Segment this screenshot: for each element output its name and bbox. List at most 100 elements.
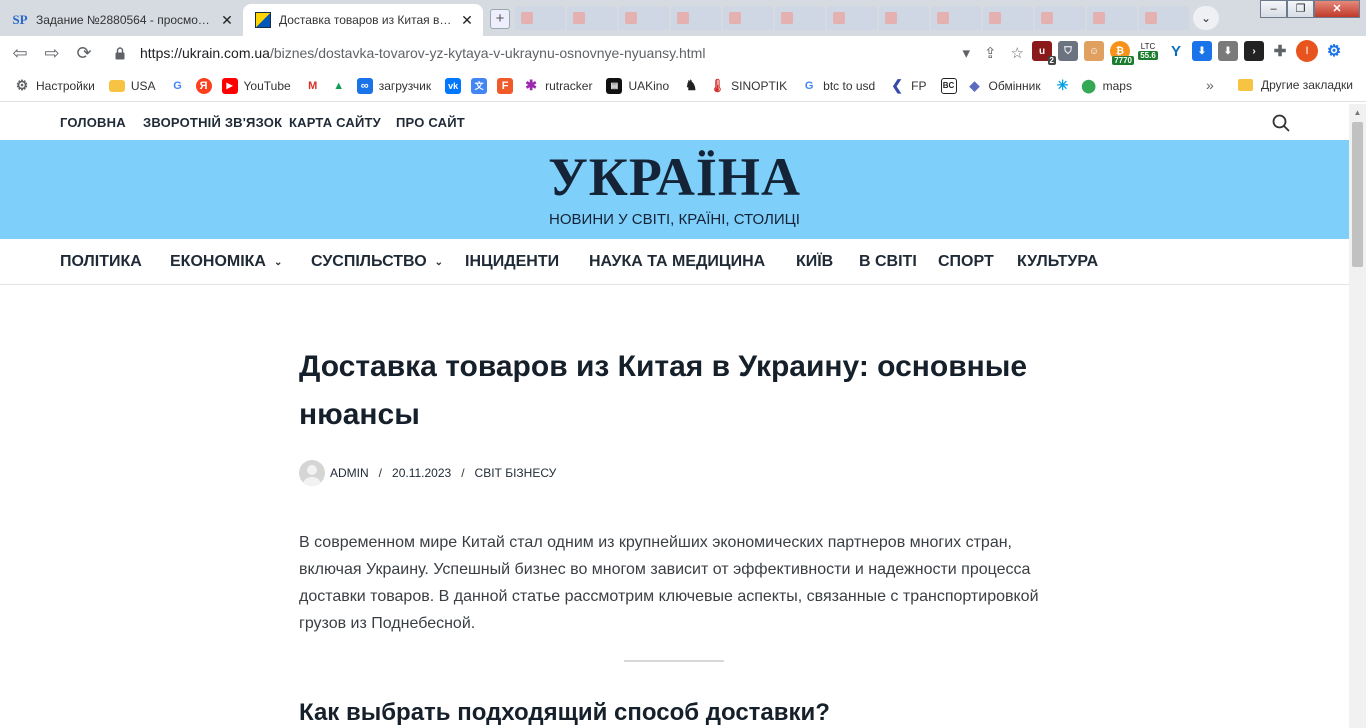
bookmark-usa[interactable]: USA bbox=[108, 79, 156, 93]
shield-icon[interactable]: ⛉ bbox=[1058, 41, 1078, 61]
reload-icon[interactable]: ⟳ bbox=[72, 41, 96, 65]
tab-favicon-icon bbox=[989, 12, 1001, 24]
bookmark-loader[interactable]: ∞ загрузчик bbox=[356, 77, 431, 94]
scrollbar-thumb[interactable] bbox=[1352, 122, 1363, 267]
chevron-down-icon: ⌄ bbox=[273, 256, 283, 268]
author-avatar[interactable] bbox=[299, 460, 325, 486]
back-arrow-icon[interactable]: ⇦ bbox=[8, 41, 32, 65]
tab-task[interactable]: SP Задание №2880564 - просмотр задания ✕ bbox=[0, 4, 243, 36]
bookmark-fp[interactable]: ❮ FP bbox=[889, 77, 926, 94]
bookmark-translate[interactable]: 文 bbox=[471, 77, 488, 94]
bookmark-youtube[interactable]: ▶ YouTube bbox=[221, 77, 291, 94]
top-menu-sitemap[interactable]: КАРТА САЙТУ bbox=[289, 115, 381, 130]
nav-culture[interactable]: КУЛЬТУРА bbox=[1017, 253, 1098, 271]
tab-favicon-icon bbox=[885, 12, 897, 24]
bookmark-maps[interactable]: ⬤ maps bbox=[1081, 78, 1132, 94]
nav-economy[interactable]: ЕКОНОМІКА ⌄ bbox=[170, 253, 282, 271]
background-tab[interactable] bbox=[723, 6, 773, 30]
background-tab[interactable] bbox=[515, 6, 565, 30]
scroll-up-arrow-icon[interactable]: ▲ bbox=[1349, 104, 1366, 121]
bookmarks-bar: ⚙ Настройки USA G Я ▶ YouTube M ▲ ∞ загрузч… bbox=[0, 70, 1366, 102]
nav-world[interactable]: В СВІТІ bbox=[859, 253, 917, 271]
puzzle-extensions-icon[interactable]: ✚ bbox=[1270, 41, 1290, 61]
bookmarks-overflow-chevron-icon[interactable]: » bbox=[1206, 77, 1214, 93]
save-icon[interactable]: ⬇ bbox=[1218, 41, 1238, 61]
page-scrollbar[interactable]: ▲ bbox=[1349, 104, 1366, 728]
top-menu-feedback[interactable]: ЗВОРОТНІЙ ЗВ'ЯЗОК bbox=[143, 115, 282, 130]
close-window-icon[interactable]: ✕ bbox=[1314, 0, 1360, 18]
forward-arrow-icon[interactable]: ⇨ bbox=[40, 41, 64, 65]
bookmark-label: SINOPTIK bbox=[731, 78, 788, 93]
page-viewport[interactable]: ГОЛОВНА ЗВОРОТНІЙ ЗВ'ЯЗОК КАРТА САЙТУ ПР… bbox=[0, 104, 1366, 728]
background-tab[interactable] bbox=[671, 6, 721, 30]
bookmark-label: rutracker bbox=[545, 78, 593, 93]
share-icon[interactable]: ⇪ bbox=[984, 44, 997, 62]
background-tab[interactable] bbox=[879, 6, 929, 30]
nav-politics[interactable]: ПОЛІТИКА bbox=[60, 253, 142, 271]
background-tab[interactable] bbox=[775, 6, 825, 30]
rutracker-icon: ✱ bbox=[525, 77, 537, 93]
background-tab[interactable] bbox=[1035, 6, 1085, 30]
bookmark-other-folder[interactable]: Другие закладки bbox=[1238, 78, 1353, 92]
bookmark-uakino[interactable]: ▤ UAKino bbox=[606, 77, 669, 94]
y-logo-icon[interactable]: Y bbox=[1166, 41, 1186, 61]
background-tab[interactable] bbox=[1087, 6, 1137, 30]
nav-sport[interactable]: СПОРТ bbox=[938, 253, 994, 271]
background-tab[interactable] bbox=[619, 6, 669, 30]
nav-kyiv[interactable]: КИЇВ bbox=[796, 253, 833, 271]
site-logo[interactable]: УКРАЇНА bbox=[0, 146, 1349, 208]
bookmark-yandex[interactable]: Я bbox=[195, 77, 212, 94]
article-category[interactable]: СВІТ БІЗНЕСУ bbox=[475, 466, 557, 480]
nav-society[interactable]: СУСПІЛЬСТВО ⌄ bbox=[311, 253, 443, 271]
new-tab-icon[interactable]: + bbox=[490, 9, 510, 29]
face-icon[interactable]: ☺ bbox=[1084, 41, 1104, 61]
top-menu-home[interactable]: ГОЛОВНА bbox=[60, 115, 126, 130]
background-tab[interactable] bbox=[983, 6, 1033, 30]
terminal-icon[interactable]: › bbox=[1244, 41, 1264, 61]
tab-favicon-icon bbox=[1145, 12, 1157, 24]
dropdown-triangle-icon[interactable]: ▾ bbox=[962, 44, 970, 62]
bookmark-drive[interactable]: ▲ bbox=[331, 78, 347, 94]
article-author[interactable]: ADMIN bbox=[330, 466, 369, 480]
nav-science[interactable]: НАУКА ТА МЕДИЦИНА bbox=[589, 253, 765, 271]
article-meta: ADMIN / 20.11.2023 / СВІТ БІЗНЕСУ bbox=[299, 460, 556, 486]
bookmark-bc[interactable]: BC bbox=[940, 77, 957, 94]
tab-article-active[interactable]: Доставка товаров из Китая в Украину: осн… bbox=[243, 4, 483, 36]
maximize-icon[interactable]: ❐ bbox=[1287, 0, 1314, 18]
bookmark-kyivstar[interactable]: ✳ bbox=[1055, 77, 1071, 94]
bookmark-star-icon[interactable]: ☆ bbox=[1011, 44, 1024, 62]
settings-gear-icon[interactable]: ⚙ bbox=[1324, 41, 1344, 61]
address-bar[interactable]: https://ukrain.com.ua/biznes/dostavka-to… bbox=[104, 40, 1024, 66]
bookmark-sinoptik[interactable]: 🌡 SINOPTIK bbox=[709, 78, 787, 94]
ublock-icon[interactable]: u2 bbox=[1032, 41, 1056, 65]
yandex-icon: Я bbox=[195, 77, 212, 94]
bookmark-f[interactable]: F bbox=[497, 77, 514, 94]
folder-icon bbox=[1238, 79, 1253, 91]
article-date: 20.11.2023 bbox=[392, 466, 452, 480]
bitcoin-icon[interactable]: ₿ 7770 bbox=[1110, 41, 1134, 65]
top-menu-about[interactable]: ПРО САЙТ bbox=[396, 115, 465, 130]
close-tab-icon[interactable]: ✕ bbox=[459, 12, 475, 29]
bookmark-gmail[interactable]: M bbox=[305, 78, 321, 94]
uakino-icon: ▤ bbox=[606, 77, 623, 94]
nav-incidents[interactable]: ІНЦИДЕНТИ bbox=[465, 253, 559, 271]
bookmark-rutracker[interactable]: ✱ rutracker bbox=[523, 77, 593, 94]
background-tab[interactable] bbox=[1139, 6, 1189, 30]
close-tab-icon[interactable]: ✕ bbox=[219, 12, 235, 29]
bookmark-chess[interactable]: ♞ bbox=[683, 77, 699, 94]
background-tab[interactable] bbox=[931, 6, 981, 30]
search-icon[interactable] bbox=[1272, 114, 1290, 132]
bookmark-vk[interactable]: vk bbox=[445, 77, 462, 94]
minimize-icon[interactable]: – bbox=[1260, 0, 1287, 18]
tab-search-chevron-icon[interactable]: ⌄ bbox=[1193, 6, 1219, 30]
background-tab[interactable] bbox=[827, 6, 877, 30]
profile-avatar-icon[interactable]: I bbox=[1296, 40, 1318, 62]
tab-favicon-icon bbox=[1041, 12, 1053, 24]
ltc-ticker[interactable]: LTC 55.6 bbox=[1136, 42, 1160, 60]
bookmark-exchange[interactable]: ◆ Обмінник bbox=[967, 78, 1041, 94]
download-icon[interactable]: ⬇ bbox=[1192, 41, 1212, 61]
bookmark-google[interactable]: G bbox=[170, 78, 186, 94]
bookmark-settings[interactable]: ⚙ Настройки bbox=[14, 77, 95, 94]
bookmark-btc-to-usd[interactable]: Gbtc to usd bbox=[801, 78, 875, 94]
background-tab[interactable] bbox=[567, 6, 617, 30]
